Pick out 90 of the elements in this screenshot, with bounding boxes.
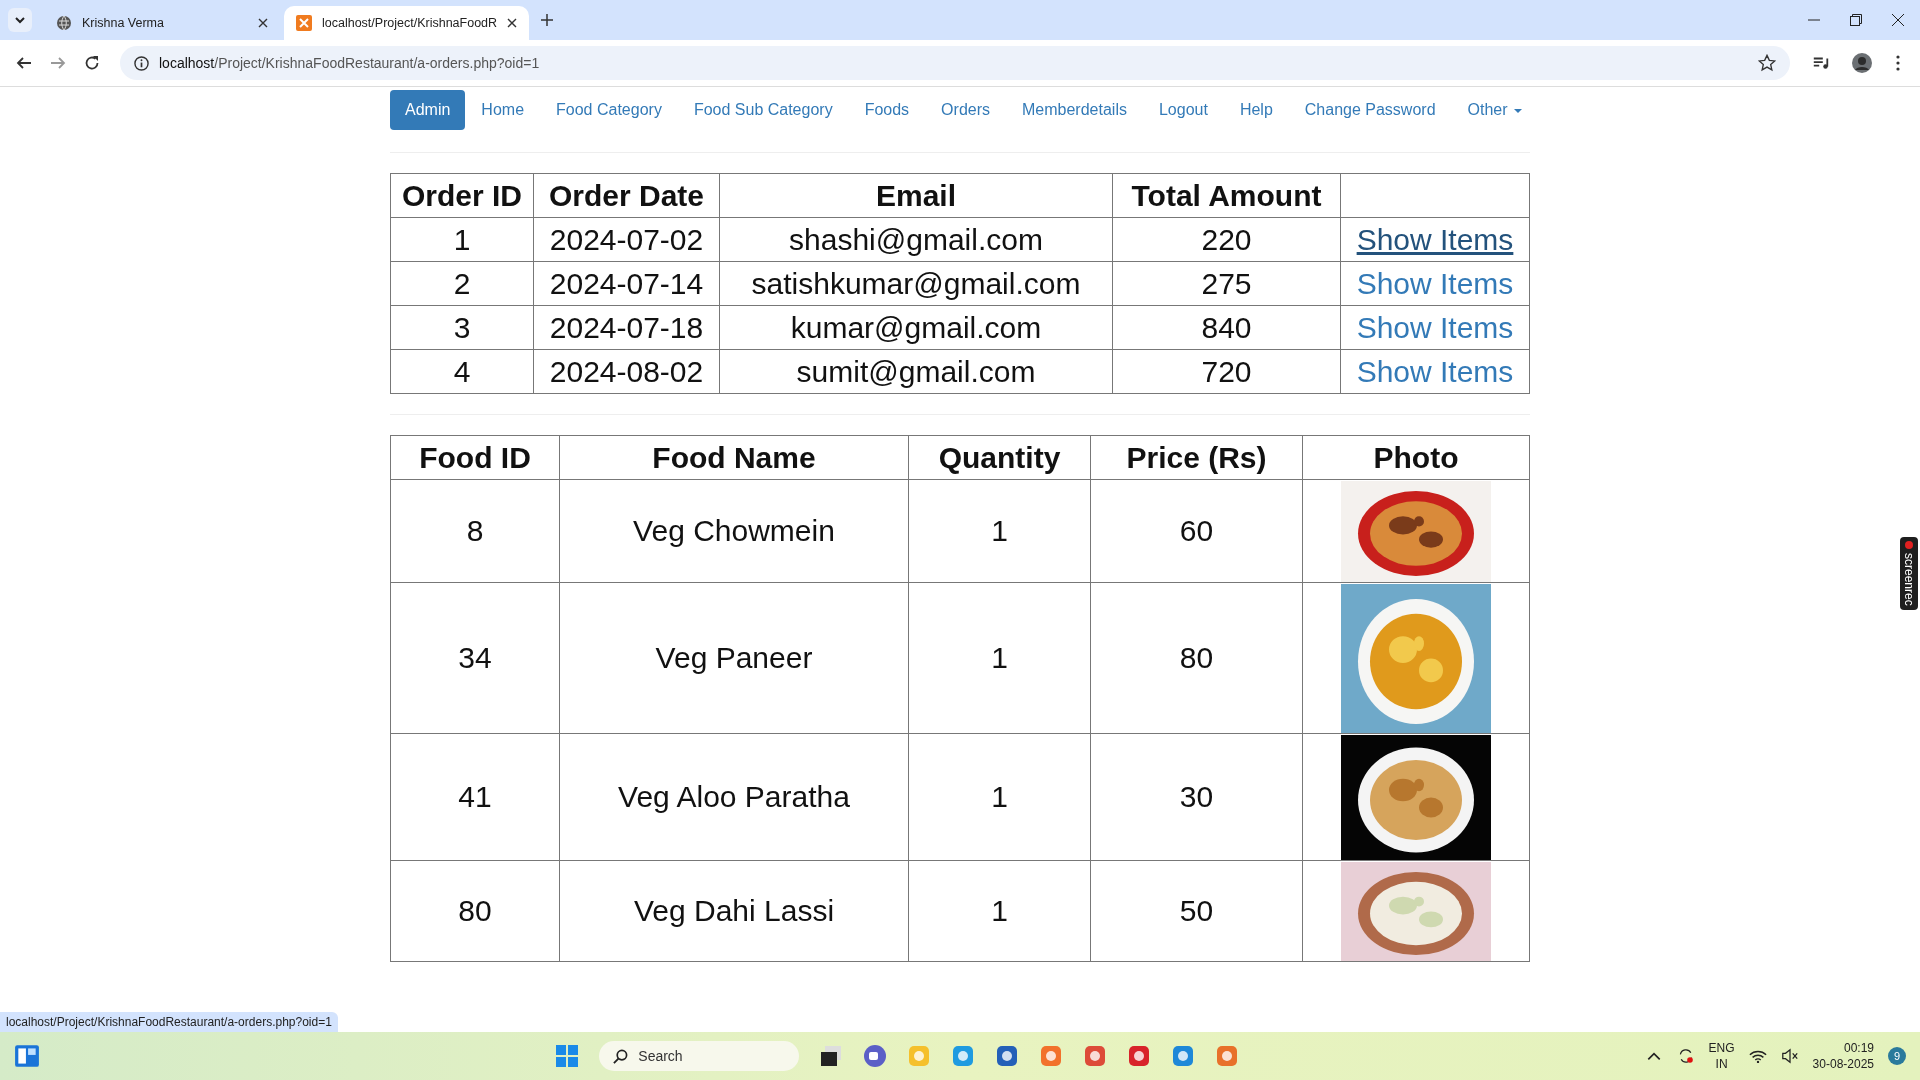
search-field[interactable]: Search <box>599 1041 800 1071</box>
table-cell: 275 <box>1112 261 1341 306</box>
table-cell: 1 <box>908 733 1091 861</box>
column-header: Price (Rs) <box>1090 435 1303 480</box>
task-view-icon[interactable] <box>819 1044 844 1068</box>
table-cell: 2024-08-02 <box>533 349 720 394</box>
table-cell: 1 <box>908 860 1091 962</box>
admin-button[interactable]: Admin <box>390 90 466 130</box>
dropdown-toggle[interactable]: Other <box>1451 90 1538 130</box>
table-cell: shashi@gmail.com <box>719 217 1113 262</box>
nav-link[interactable]: Home <box>465 90 541 130</box>
new-tab-icon[interactable] <box>541 14 554 26</box>
column-header: Total Amount <box>1112 173 1341 218</box>
tab-list-button[interactable] <box>8 8 32 32</box>
table-cell: 60 <box>1090 479 1303 583</box>
close-tab-icon[interactable] <box>507 18 518 28</box>
avatar-icon[interactable] <box>1852 53 1872 73</box>
column-header: Quantity <box>908 435 1091 480</box>
notification-badge[interactable]: 9 <box>1888 1047 1906 1065</box>
browser-tab[interactable]: Krishna Verma <box>44 6 280 40</box>
restore-icon[interactable] <box>1850 14 1862 26</box>
table-cell: Veg Dahi Lassi <box>559 860 909 962</box>
table-cell: Veg Paneer <box>559 582 909 734</box>
table-cell: 34 <box>390 582 560 734</box>
nav-link[interactable]: Food Sub Category <box>677 90 849 130</box>
table-cell: 41 <box>390 733 560 861</box>
table-cell: Veg Chowmein <box>559 479 909 583</box>
search-icon <box>613 1048 629 1064</box>
back-icon[interactable] <box>16 55 32 71</box>
table-cell: 840 <box>1112 305 1341 350</box>
globe-icon <box>56 15 72 31</box>
app-icon[interactable] <box>1215 1044 1240 1068</box>
table-cell: 1 <box>908 582 1091 734</box>
column-header: Food ID <box>390 435 560 480</box>
nav-link[interactable]: Help <box>1223 90 1289 130</box>
table-cell: 220 <box>1112 217 1341 262</box>
table-cell: 8 <box>390 479 560 583</box>
table-cell: 2024-07-18 <box>533 305 720 350</box>
table-cell: 2 <box>390 261 534 306</box>
clock[interactable]: 00:19 30-08-2025 <box>1812 1040 1874 1072</box>
close-icon[interactable] <box>1892 14 1904 26</box>
table-cell: 2024-07-14 <box>533 261 720 306</box>
status-url: localhost/Project/KrishnaFoodRestaurant/a-orders.php?oid=1 <box>0 1012 338 1032</box>
wifi-icon[interactable] <box>1748 1048 1767 1064</box>
menu-icon[interactable] <box>1896 55 1900 71</box>
column-header: Order ID <box>390 173 534 218</box>
nav-link[interactable]: Foods <box>848 90 926 130</box>
table-cell: 80 <box>390 860 560 962</box>
widgets-icon[interactable] <box>14 1043 40 1069</box>
app-icon[interactable] <box>1083 1044 1108 1068</box>
table-cell: Veg Aloo Paratha <box>559 733 909 861</box>
table-cell: 80 <box>1090 582 1303 734</box>
nav-link[interactable]: Change Password <box>1288 90 1452 130</box>
nav-link[interactable]: Food Category <box>540 90 678 130</box>
table-cell: 3 <box>390 305 534 350</box>
nav-link[interactable]: Orders <box>925 90 1006 130</box>
language-indicator[interactable]: ENG IN <box>1708 1040 1735 1072</box>
nav-link[interactable]: Memberdetails <box>1006 90 1143 130</box>
reload-icon[interactable] <box>84 55 100 71</box>
table-cell: 1 <box>390 217 534 262</box>
table-cell: kumar@gmail.com <box>719 305 1113 350</box>
table-cell: 4 <box>390 349 534 394</box>
table-cell: 720 <box>1112 349 1341 394</box>
app-icon[interactable] <box>1127 1044 1152 1068</box>
chat-icon[interactable] <box>863 1044 888 1068</box>
column-header: Email <box>719 173 1113 218</box>
recorder-widget[interactable]: screenrec <box>1900 537 1918 610</box>
star-icon[interactable] <box>1758 54 1776 72</box>
app-icon[interactable] <box>951 1044 976 1068</box>
nav-link[interactable]: Logout <box>1142 90 1224 130</box>
table-cell: sumit@gmail.com <box>719 349 1113 394</box>
table-cell: satishkumar@gmail.com <box>719 261 1113 306</box>
table-cell: 50 <box>1090 860 1303 962</box>
table-cell: 2024-07-02 <box>533 217 720 262</box>
address-bar[interactable]: localhost/Project/KrishnaFoodRestaurant/a-orders.php?oid=1 <box>120 46 1790 80</box>
column-header: Order Date <box>533 173 720 218</box>
app-logo-icon <box>296 15 312 31</box>
app-icon[interactable] <box>995 1044 1020 1068</box>
start-icon[interactable] <box>555 1044 580 1068</box>
column-header: Photo <box>1302 435 1530 480</box>
app-icon[interactable] <box>1171 1044 1196 1068</box>
close-tab-icon[interactable] <box>258 18 268 28</box>
app-icon[interactable] <box>1039 1044 1064 1068</box>
table-cell: 1 <box>908 479 1091 583</box>
info-icon <box>134 55 149 71</box>
muted-speaker-icon[interactable] <box>1780 1048 1799 1064</box>
column-header: Food Name <box>559 435 909 480</box>
browser-tab[interactable]: localhost/Project/KrishnaFoodR <box>284 6 530 40</box>
table-cell: 30 <box>1090 733 1303 861</box>
forward-icon[interactable] <box>50 55 66 71</box>
